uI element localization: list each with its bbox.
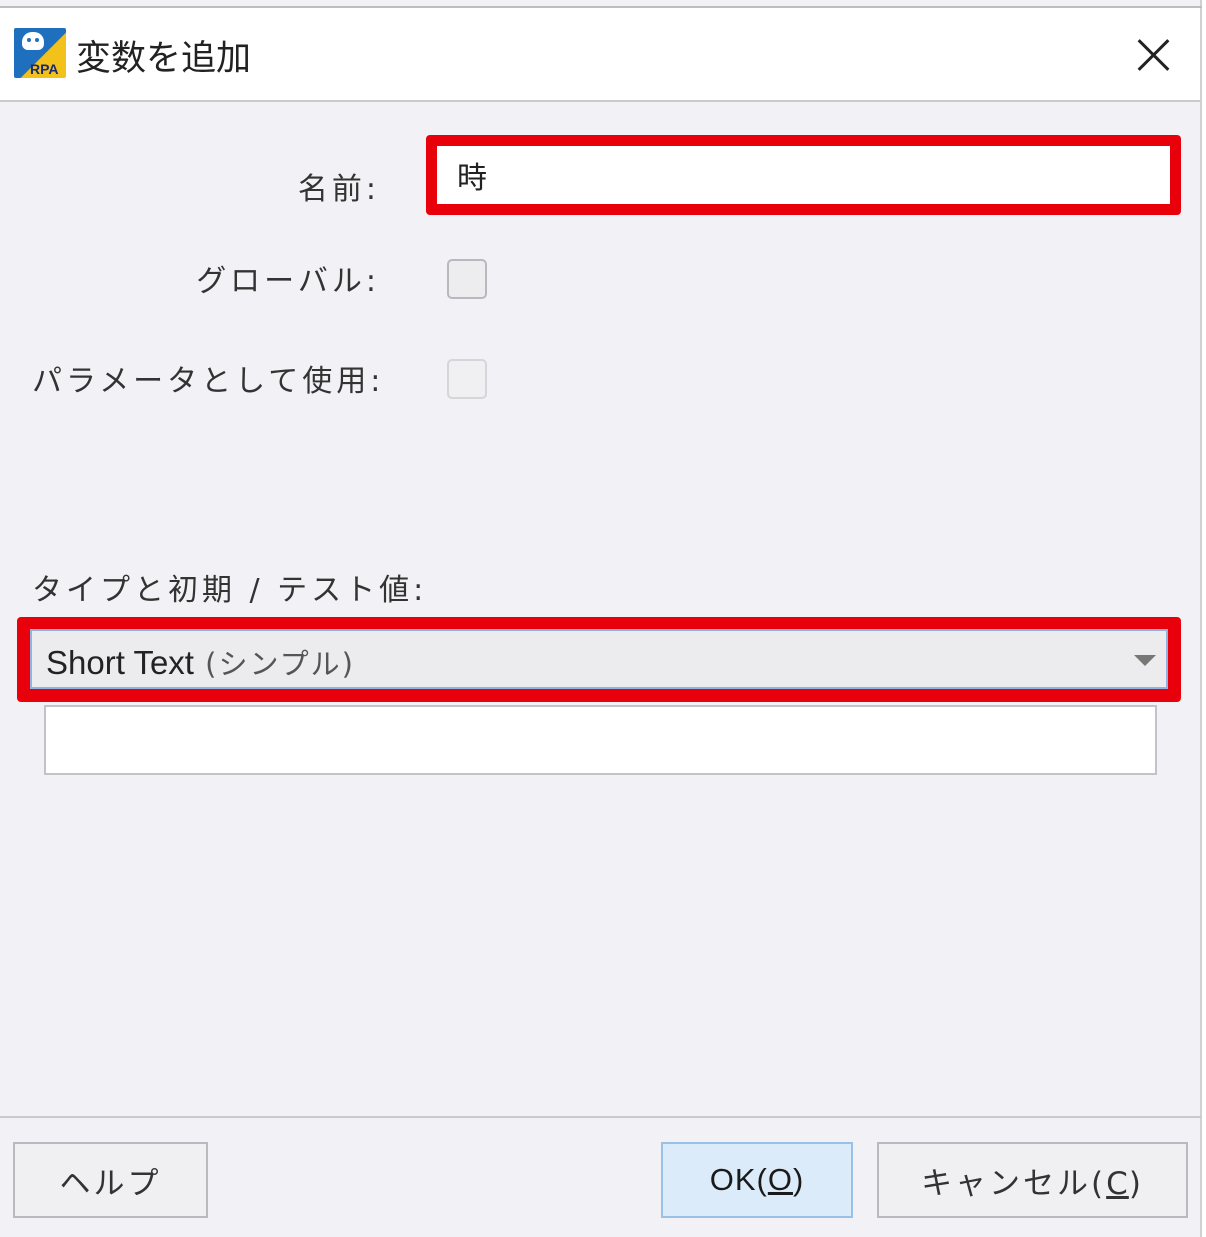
type-dropdown-value: Short Text (シンプル): [46, 641, 355, 683]
dropdown-arrow-icon: [1134, 655, 1156, 666]
initial-value-input[interactable]: [44, 705, 1157, 775]
use-as-parameter-checkbox[interactable]: [447, 359, 487, 399]
ok-button-label: OK(O): [710, 1162, 805, 1198]
add-variable-dialog: RPA 変数を追加 名前: グローバル: パラメータとして使用: タイプと初期 …: [0, 0, 1202, 1237]
rpa-logo-text: RPA: [30, 61, 59, 77]
type-dropdown[interactable]: Short Text (シンプル): [30, 629, 1168, 689]
type-main-text: Short Text: [46, 644, 194, 681]
type-sub-text: (シンプル): [193, 647, 355, 681]
ok-button[interactable]: OK(O): [661, 1142, 853, 1218]
cancel-label-suffix: ): [1128, 1165, 1144, 1202]
name-label: 名前:: [297, 172, 380, 207]
use-as-parameter-label: パラメータとして使用:: [32, 364, 385, 399]
rpa-robot-icon: RPA: [14, 28, 66, 78]
help-button[interactable]: ヘルプ: [13, 1142, 208, 1218]
robot-head-shape: [22, 32, 44, 50]
cancel-button-label: キャンセル(C): [921, 1158, 1144, 1203]
cancel-button[interactable]: キャンセル(C): [877, 1142, 1188, 1218]
ok-label-prefix: OK(: [709, 1162, 768, 1197]
footer-divider: [0, 1116, 1202, 1118]
cancel-mnemonic: C: [1106, 1165, 1129, 1202]
close-icon[interactable]: [1128, 30, 1178, 80]
help-button-label: ヘルプ: [59, 1165, 162, 1202]
ok-mnemonic: O: [767, 1162, 793, 1197]
cancel-label-prefix: キャンセル(: [921, 1165, 1107, 1202]
name-input[interactable]: [437, 146, 1170, 204]
type-and-initial-value-label: タイプと初期 / テスト値:: [32, 573, 428, 608]
global-label: グローバル:: [196, 264, 380, 299]
global-checkbox[interactable]: [447, 259, 487, 299]
ok-label-suffix: ): [792, 1162, 805, 1197]
title-bar: RPA 変数を追加: [0, 8, 1200, 102]
dialog-title: 変数を追加: [76, 39, 252, 79]
